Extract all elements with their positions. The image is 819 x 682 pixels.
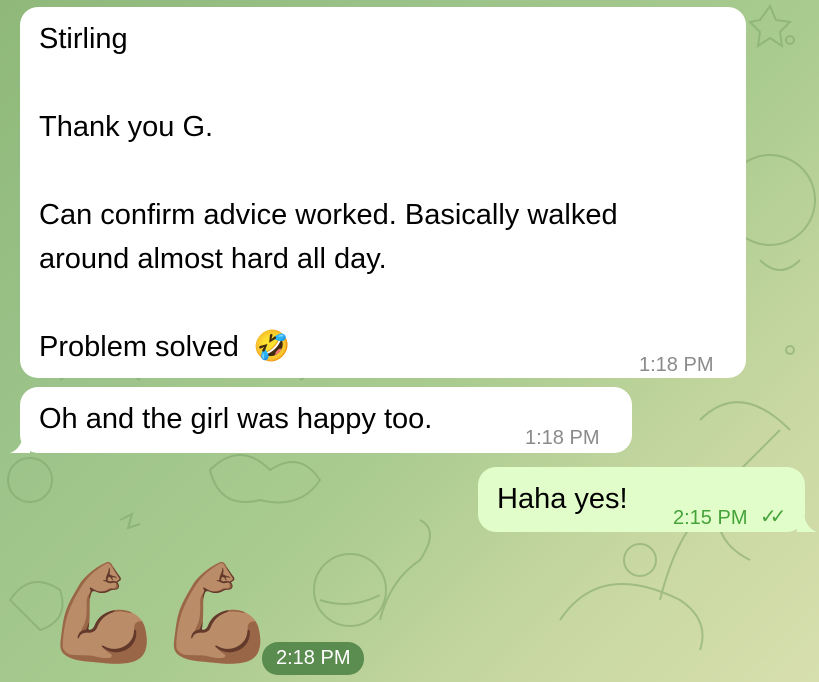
message-text: Problem solved xyxy=(39,331,239,363)
message-line: Stirling xyxy=(39,23,128,55)
message-line: around almost hard all day. xyxy=(39,243,387,275)
flexed-biceps-emoji-icon[interactable]: 💪🏽💪🏽 xyxy=(44,566,277,662)
rofl-emoji-icon: 🤣 xyxy=(252,330,291,363)
message-line: Thank you G. xyxy=(39,111,214,143)
message-line: Can confirm advice worked. Basically wal… xyxy=(39,199,618,231)
message-timestamp: 2:15 PM xyxy=(673,507,748,529)
outgoing-message-bubble[interactable]: Haha yes! 2:15 PM ✓✓ xyxy=(478,467,805,532)
message-text: Haha yes! xyxy=(497,483,628,515)
read-receipt-icon: ✓✓ xyxy=(760,506,786,528)
bubble-tail xyxy=(10,431,30,453)
incoming-message-bubble[interactable]: Stirling Thank you G. Can confirm advice… xyxy=(20,7,746,378)
incoming-message-bubble[interactable]: Oh and the girl was happy too. 1:18 PM xyxy=(20,387,632,453)
message-timestamp: 2:18 PM xyxy=(262,642,365,675)
bubble-tail xyxy=(797,510,817,532)
message-timestamp: 1:18 PM xyxy=(525,427,600,449)
message-line: Problem solved 🤣 xyxy=(39,325,290,369)
message-timestamp: 1:18 PM xyxy=(639,354,714,376)
message-text: Oh and the girl was happy too. xyxy=(39,403,433,435)
